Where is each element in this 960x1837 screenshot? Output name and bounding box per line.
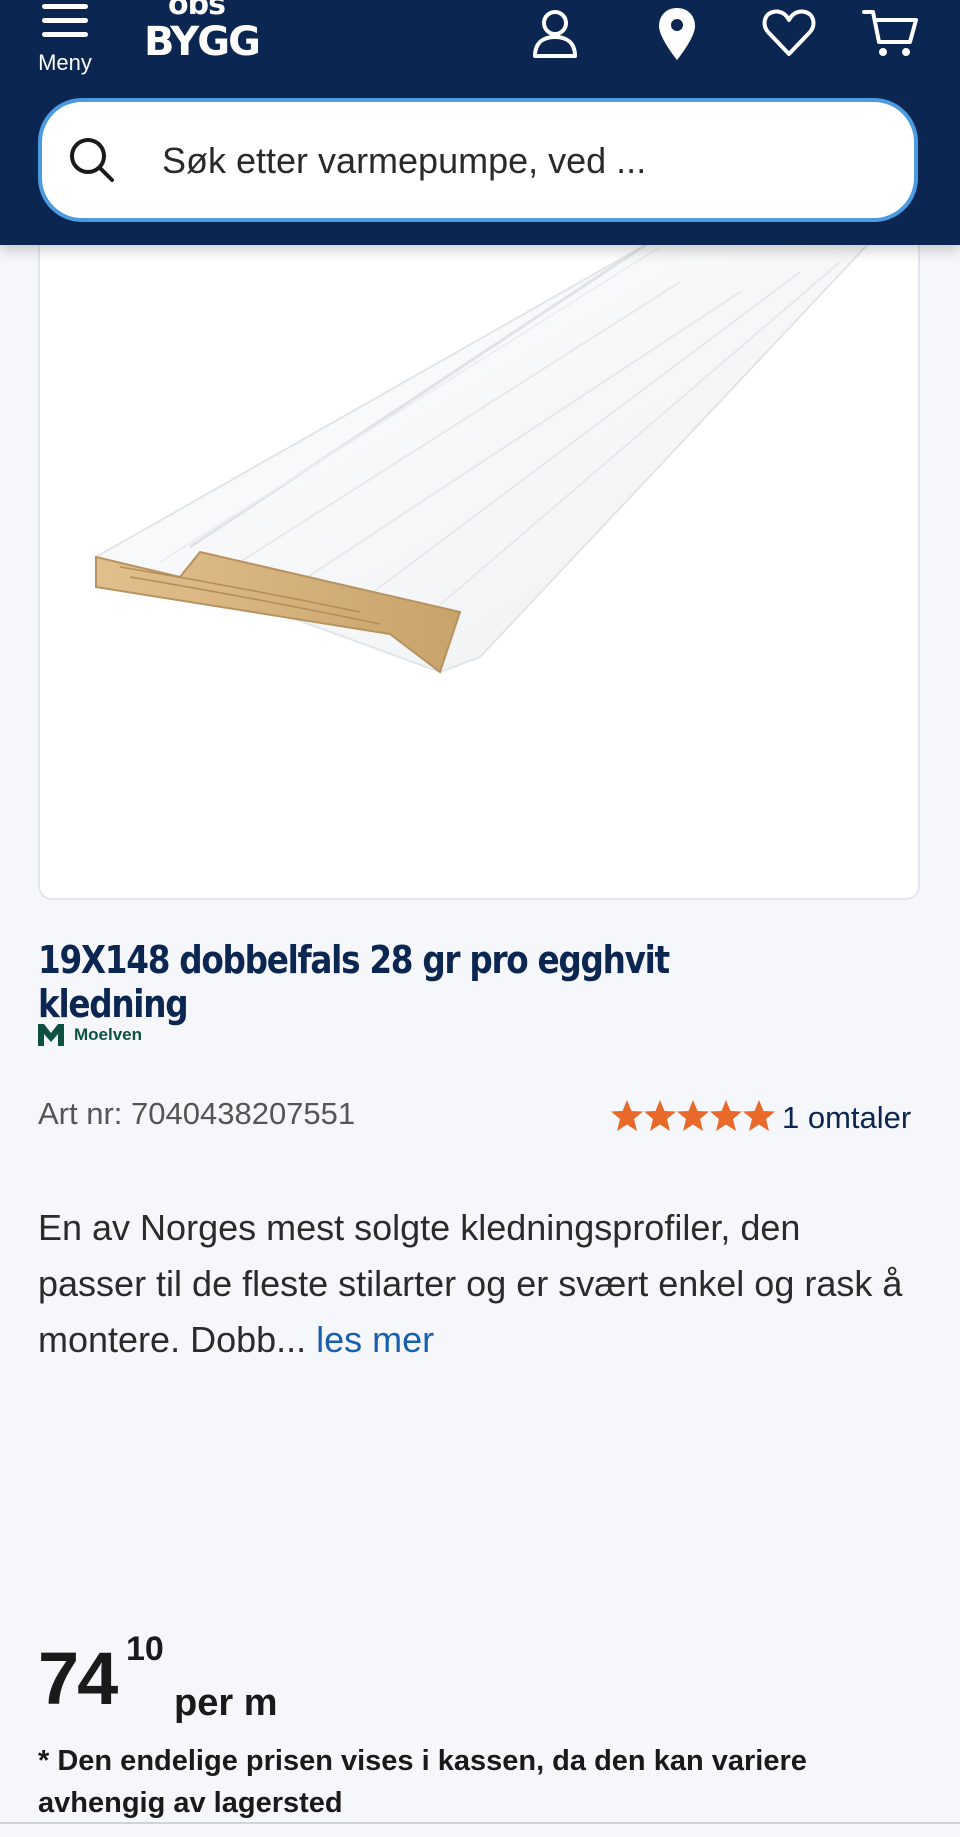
brand-name: Moelven: [74, 1025, 143, 1044]
divider: [0, 1822, 960, 1824]
search-icon: [70, 138, 114, 182]
product-title: 19X148 dobbelfals 28 gr pro egghvit kled…: [38, 938, 670, 1026]
top-header: Meny obs BYGG Søk etter varmepumpe, ved …: [0, 0, 960, 245]
review-count: 1 omtaler: [782, 1100, 912, 1135]
moelven-logo-icon: [38, 1024, 64, 1046]
product-description: En av Norges mest solgte kledningsprofil…: [38, 1200, 918, 1368]
star-rating-icon: [611, 1100, 775, 1131]
price-unit: per m: [174, 1682, 278, 1724]
menu-button[interactable]: Meny: [30, 0, 100, 78]
account-icon[interactable]: [526, 4, 584, 62]
hamburger-icon: [42, 4, 88, 46]
cart-icon[interactable]: [862, 4, 920, 62]
product-image-card[interactable]: [38, 200, 920, 900]
obs-bygg-logo[interactable]: obs BYGG: [144, 0, 274, 70]
search-placeholder: Søk etter varmepumpe, ved ...: [162, 140, 647, 181]
store-location-icon[interactable]: [648, 4, 706, 62]
search-input[interactable]: Søk etter varmepumpe, ved ...: [38, 98, 918, 222]
logo-top-text: obs: [168, 0, 226, 22]
price-decimal: 10: [126, 1630, 164, 1668]
price-integer: 74: [38, 1637, 118, 1720]
wishlist-heart-icon[interactable]: [760, 4, 818, 62]
read-more-link[interactable]: les mer: [316, 1319, 434, 1360]
description-text: En av Norges mest solgte kledningsprofil…: [38, 1207, 903, 1360]
article-number: Art nr: 7040438207551: [38, 1096, 356, 1131]
brand-logo[interactable]: Moelven: [38, 1022, 150, 1050]
product-image: [93, 213, 871, 674]
logo-bottom-text: BYGG: [144, 19, 261, 65]
price-disclaimer: * Den endelige prisen vises i kassen, da…: [38, 1745, 807, 1819]
menu-label: Meny: [38, 50, 92, 75]
